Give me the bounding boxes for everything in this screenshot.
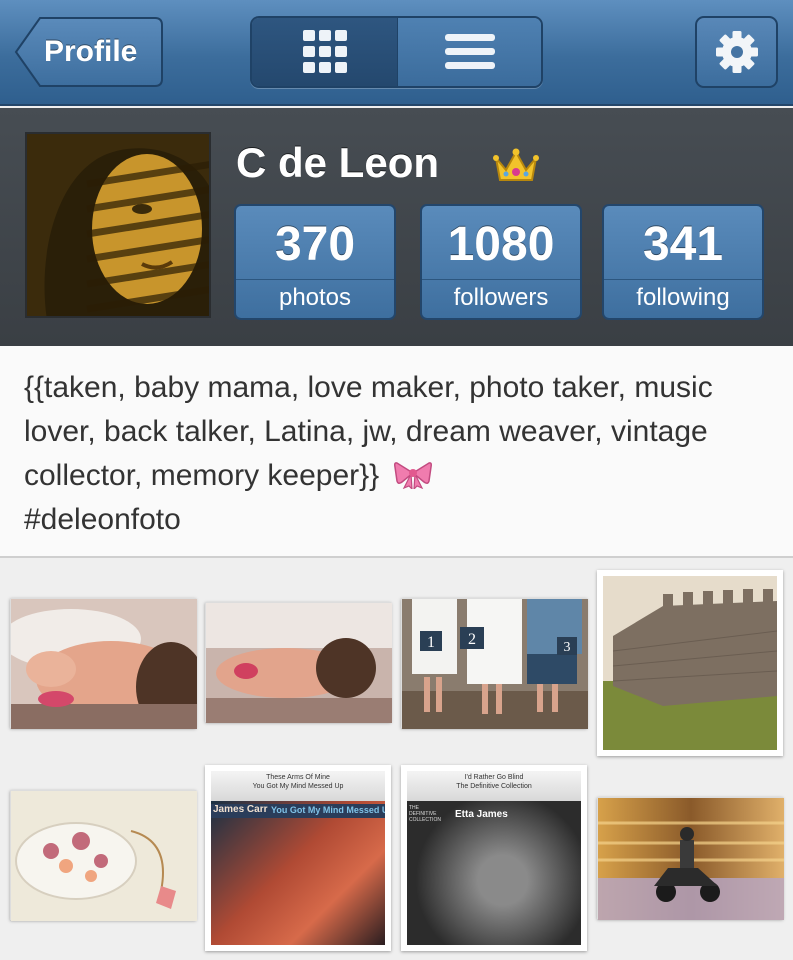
album-title-bar: James Carr You Got My Mind Messed Up [211, 804, 385, 818]
photo-thumbnail[interactable] [205, 602, 392, 723]
back-button-label: Profile [44, 35, 138, 68]
stat-followers-label: followers [453, 284, 549, 311]
photo-kids-numbered-signs: 1 2 3 [402, 599, 588, 729]
photo-scooter-rider [598, 798, 784, 920]
grid-view-tab[interactable] [252, 18, 397, 86]
photo-thumbnail[interactable] [10, 790, 197, 921]
grid-icon [302, 30, 347, 73]
bio-hashtag[interactable]: #deleonfoto [24, 503, 181, 536]
avatar-photo [27, 134, 209, 316]
list-view-tab[interactable] [397, 18, 541, 86]
profile-header: C de Leon 370 photos 1080 followers 341 … [0, 108, 793, 346]
view-mode-segmented-control [250, 16, 543, 88]
photo-album-cover-2: I'd Rather Go Blind The Definitive Colle… [407, 771, 581, 945]
album-track-subtitle: The Definitive Collection [456, 783, 532, 790]
svg-text:2: 2 [468, 631, 476, 648]
profile-name: C de Leon [236, 139, 440, 186]
gear-icon [715, 31, 758, 73]
settings-button[interactable] [695, 16, 778, 88]
photo-thumbnail[interactable] [1, 598, 206, 732]
top-nav-bar: Profile [0, 0, 793, 106]
album-artist: Etta James [455, 809, 508, 820]
album-title: You Got My Mind Messed Up [271, 805, 385, 815]
photo-grid: 1 2 3 These Arms Of Mine You Got My Mind… [0, 560, 793, 960]
stat-following[interactable]: 341 following [602, 204, 764, 320]
photo-sleeping-baby-1 [1, 599, 206, 732]
crown-icon [493, 148, 539, 181]
album-brand: THE DEFINITIVE COLLECTION [409, 805, 441, 823]
svg-text:1: 1 [427, 634, 435, 651]
list-icon [445, 34, 495, 69]
photo-thumbnail[interactable]: I'd Rather Go Blind The Definitive Colle… [401, 765, 587, 951]
bio-text: {{taken, baby mama, love maker, photo ta… [24, 371, 713, 492]
album-header: These Arms Of Mine You Got My Mind Messe… [211, 771, 385, 801]
stat-photos[interactable]: 370 photos [234, 204, 396, 320]
stat-followers-count: 1080 [422, 206, 580, 280]
photo-thumbnail[interactable] [597, 570, 783, 756]
avatar[interactable] [25, 132, 211, 318]
profile-bio: {{taken, baby mama, love maker, photo ta… [0, 346, 793, 558]
back-button-profile[interactable]: Profile [14, 16, 164, 88]
photo-thumbnail[interactable]: 1 2 3 [401, 598, 588, 729]
photo-sleeping-baby-2 [206, 603, 392, 723]
album-track-title: I'd Rather Go Blind [464, 774, 524, 781]
photo-album-cover-1: These Arms Of Mine You Got My Mind Messe… [211, 771, 385, 945]
ribbon-icon [393, 462, 432, 489]
photo-jewelry-bowl [11, 791, 197, 921]
svg-text:3: 3 [564, 640, 571, 655]
photo-stone-fort [603, 576, 778, 750]
bio-text-block: {{taken, baby mama, love maker, photo ta… [24, 366, 769, 542]
photo-thumbnail[interactable] [597, 797, 784, 920]
stat-photos-label: photos [278, 284, 352, 311]
album-artist: James Carr [213, 804, 268, 815]
stat-photos-count: 370 [236, 206, 394, 280]
album-header: I'd Rather Go Blind The Definitive Colle… [407, 771, 581, 801]
album-track-subtitle: You Got My Mind Messed Up [252, 783, 344, 790]
stat-following-label: following [636, 284, 730, 311]
photo-thumbnail[interactable]: These Arms Of Mine You Got My Mind Messe… [205, 765, 391, 951]
album-track-title: These Arms Of Mine [266, 774, 330, 781]
stat-following-count: 341 [604, 206, 762, 280]
stat-followers[interactable]: 1080 followers [420, 204, 582, 320]
album-artwork [211, 801, 385, 945]
